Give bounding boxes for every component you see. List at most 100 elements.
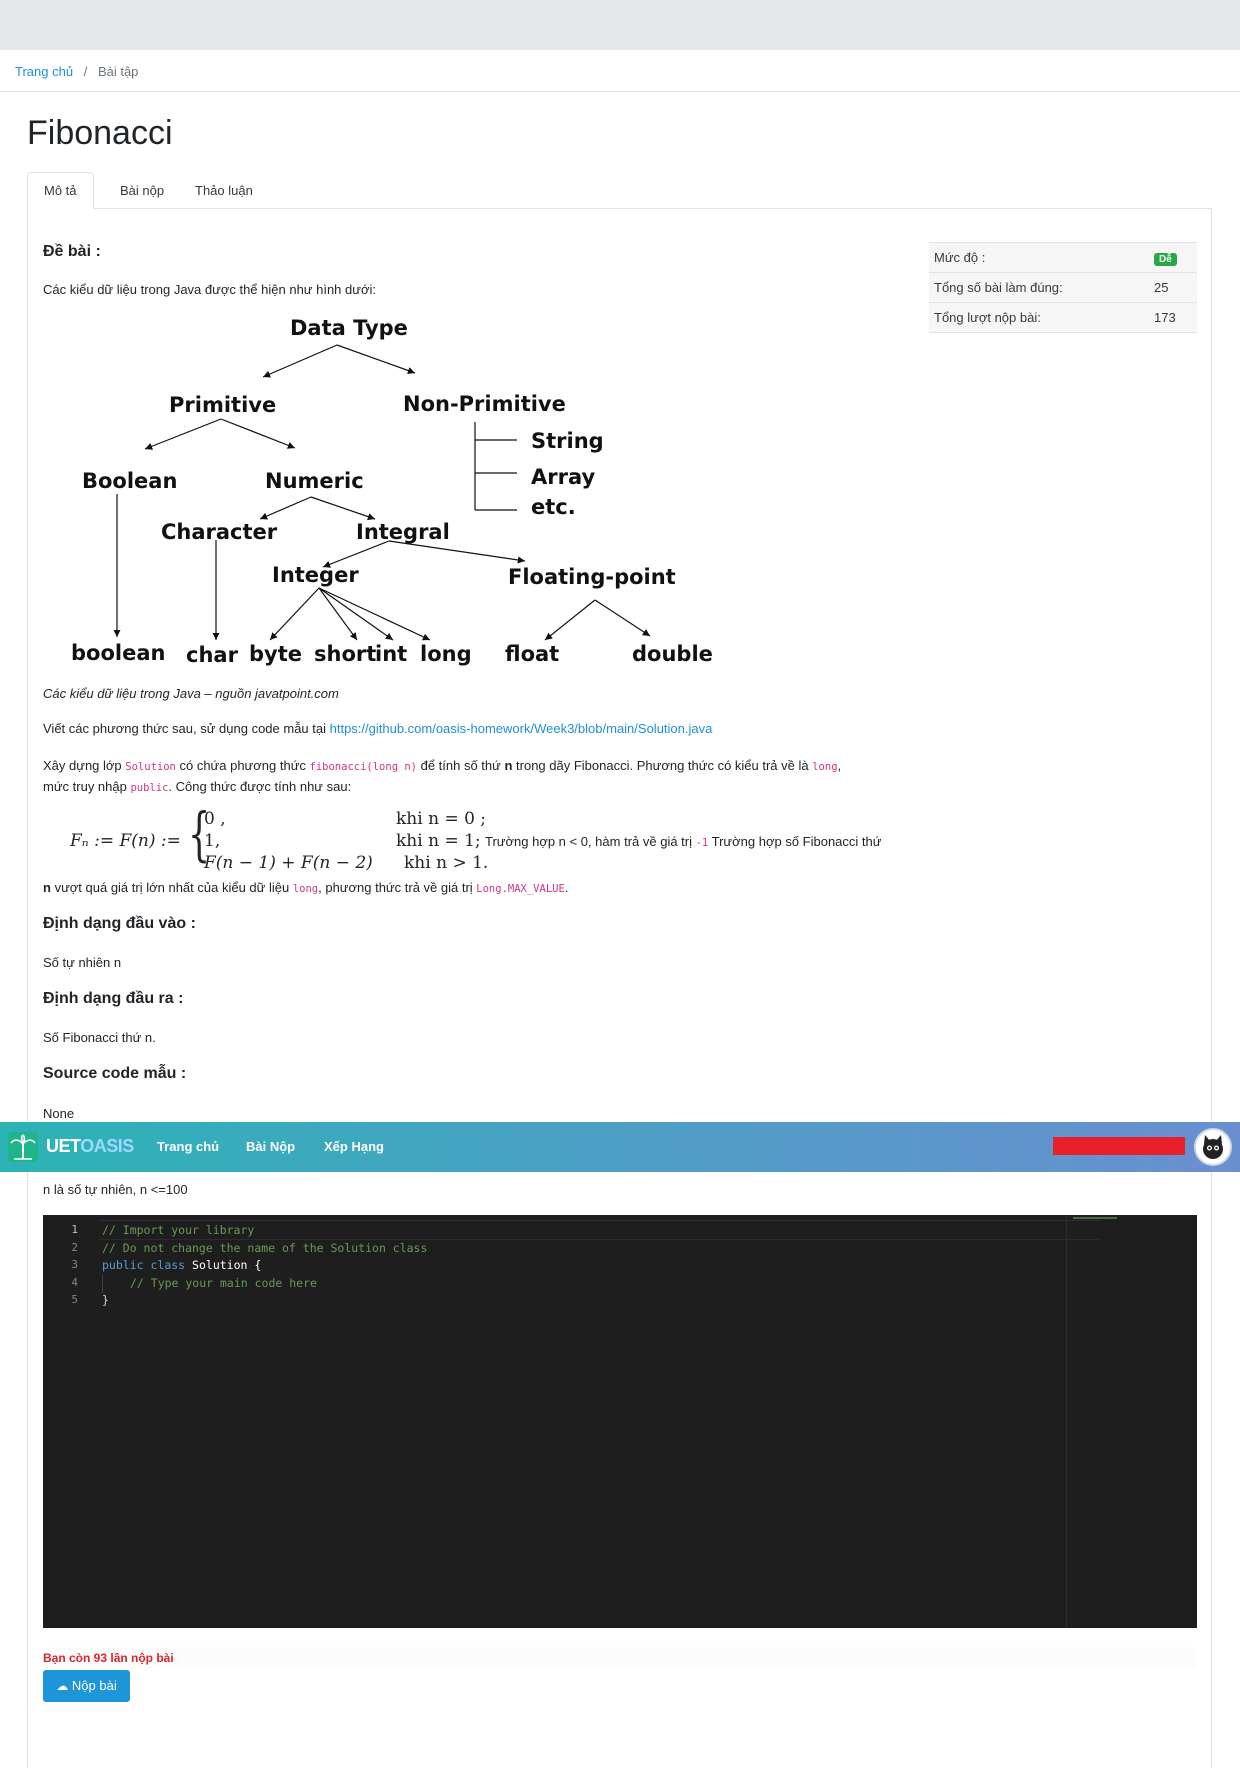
p1-a: Xây dựng lớp xyxy=(43,758,126,773)
p3-a: vượt quá giá trị lớn nhất của kiểu dữ li… xyxy=(50,880,293,895)
formula-case-3: F(n − 1) + F(n − 2) xyxy=(204,853,373,873)
submissions-value: 173 xyxy=(1154,310,1176,325)
brand-part-2: OASIS xyxy=(80,1136,134,1156)
leaf-long: long xyxy=(420,642,472,666)
node-string: String xyxy=(531,429,604,453)
code-editor[interactable]: 1 2 3 4 5 // Import your library // Do n… xyxy=(43,1215,1197,1628)
code-long-max: Long.MAX_VALUE xyxy=(476,883,565,895)
code-line-4: // Type your main code here xyxy=(130,1276,317,1290)
node-non-primitive: Non-Primitive xyxy=(403,392,566,416)
input-format-heading: Định dạng đầu vào : xyxy=(43,915,196,932)
breadcrumb-home-link[interactable]: Trang chủ xyxy=(15,64,73,79)
node-data-type: Data Type xyxy=(290,316,408,340)
p1-e: , xyxy=(837,758,842,773)
cloud-upload-icon: ☁ xyxy=(56,1679,69,1693)
code-long: long xyxy=(812,761,838,773)
difficulty-badge: Dễ xyxy=(1154,253,1177,266)
overflow-note: n vượt quá giá trị lớn nhất của kiểu dữ … xyxy=(43,878,568,899)
code-line-3: public class Solution { xyxy=(102,1258,261,1272)
tab-bar: Mô tả Bài nộp Thảo luận xyxy=(27,172,1213,209)
problem-info-table: Mức độ : Dễ Tổng số bài làm đúng: 25 Tổn… xyxy=(929,242,1197,333)
sample-code-prefix: Viết các phương thức sau, sử dụng code m… xyxy=(43,721,330,736)
source-code-text: None xyxy=(43,1106,75,1121)
remaining-submissions-text: Bạn còn 93 lần nộp bài xyxy=(43,1647,1197,1669)
site-navbar: UETOASIS Trang chủ Bài Nộp Xếp Hạng xyxy=(0,1122,1240,1172)
node-character: Character xyxy=(161,520,278,544)
output-format-heading: Định dạng đầu ra : xyxy=(43,990,184,1007)
node-floating-point: Floating-point xyxy=(508,565,676,589)
formula-cond-2: khi n = 1; xyxy=(396,831,481,851)
info-row-correct: Tổng số bài làm đúng: 25 xyxy=(929,272,1197,302)
brand-part-1: UET xyxy=(46,1136,81,1156)
submit-label: Nộp bài xyxy=(71,1678,117,1693)
sample-code-link[interactable]: https://github.com/oasis-homework/Week3/… xyxy=(330,721,713,736)
tab-discussion[interactable]: Thảo luận xyxy=(179,172,269,209)
editor-minimap[interactable] xyxy=(1066,1215,1185,1628)
code-minus-one: -1 xyxy=(695,837,709,849)
formula-case-2: 1, xyxy=(204,831,221,851)
node-integral: Integral xyxy=(356,520,450,544)
input-format-text: Số tự nhiên n xyxy=(43,955,122,970)
nav-link-submissions[interactable]: Bài Nộp xyxy=(246,1139,295,1154)
p1-c: để tính số thứ xyxy=(416,758,505,773)
code-solution: Solution xyxy=(125,761,176,773)
breadcrumb-current: Bài tập xyxy=(97,64,139,79)
top-strip xyxy=(0,0,1240,50)
data-type-diagram: Data Type Primitive Non-Primitive Boolea… xyxy=(55,300,755,680)
editor-gutter: 1 2 3 4 5 xyxy=(43,1215,91,1628)
brand-name[interactable]: UETOASIS xyxy=(46,1136,134,1157)
formula-cond-1: khi n = 0 ; xyxy=(396,809,487,829)
node-etc: etc. xyxy=(531,495,576,519)
code-fibonacci: fibonacci(long n) xyxy=(309,761,417,773)
keyword-class: class xyxy=(150,1258,186,1272)
correct-value: 25 xyxy=(1154,280,1169,295)
node-integer: Integer xyxy=(272,563,359,587)
problem-intro: Các kiểu dữ liệu trong Java được thể hiệ… xyxy=(43,282,376,297)
problem-heading: Đề bài : xyxy=(43,243,101,260)
note-b: Trường hợp số Fibonacci thứ xyxy=(708,834,882,849)
keyword-public: public xyxy=(102,1258,144,1272)
line-number: 4 xyxy=(71,1276,78,1289)
constraint-text: n là số tự nhiên, n <=100 xyxy=(43,1182,188,1197)
page-title: Fibonacci xyxy=(27,114,173,152)
code-line-5: } xyxy=(102,1293,109,1307)
nav-link-ranking[interactable]: Xếp Hạng xyxy=(324,1139,384,1154)
correct-label: Tổng số bài làm đúng: xyxy=(934,280,1063,295)
leaf-byte: byte xyxy=(249,642,302,666)
output-format-text: Số Fibonacci thứ n. xyxy=(43,1030,156,1045)
submit-button[interactable]: ☁ Nộp bài xyxy=(43,1670,130,1702)
level-label: Mức độ : xyxy=(934,250,986,265)
code-line-1: // Import your library xyxy=(102,1223,255,1237)
line-number: 5 xyxy=(71,1293,78,1306)
code-line-2: // Do not change the name of the Solutio… xyxy=(102,1241,428,1255)
line-number: 3 xyxy=(71,1258,78,1271)
p3-c: . xyxy=(564,880,569,895)
p3-bold-n: n xyxy=(43,880,51,895)
tab-submissions[interactable]: Bài nộp xyxy=(104,172,180,209)
leaf-double: double xyxy=(632,642,713,666)
leaf-float: float xyxy=(505,642,559,666)
minimap-line xyxy=(1073,1217,1117,1219)
code-public: public xyxy=(130,782,169,794)
sample-code-text: Viết các phương thức sau, sử dụng code m… xyxy=(43,719,712,739)
leaf-char: char xyxy=(186,643,239,667)
submissions-label: Tổng lượt nộp bài: xyxy=(934,310,1041,325)
line-number: 1 xyxy=(71,1223,78,1236)
negative-note: Trường hợp n < 0, hàm trả về giá trị -1 … xyxy=(485,832,881,853)
breadcrumb-separator: / xyxy=(83,64,88,79)
palm-tree-logo-icon[interactable] xyxy=(8,1132,38,1162)
avatar[interactable] xyxy=(1194,1128,1232,1166)
p1-d: trong dãy Fibonacci. Phương thức có kiểu… xyxy=(512,758,813,773)
node-array: Array xyxy=(531,465,595,489)
code-long-2: long xyxy=(292,883,319,895)
breadcrumb: Trang chủ / Bài tập xyxy=(0,50,1240,92)
formula-cond-3: khi n > 1. xyxy=(404,853,489,873)
nav-link-home[interactable]: Trang chủ xyxy=(157,1139,219,1154)
line-number: 2 xyxy=(71,1241,78,1254)
info-row-level: Mức độ : Dễ xyxy=(929,242,1197,272)
info-row-submissions: Tổng lượt nộp bài: 173 xyxy=(929,302,1197,333)
leaf-boolean: boolean xyxy=(71,641,165,665)
tab-description[interactable]: Mô tả xyxy=(27,172,94,209)
formula-case-1: 0 , xyxy=(204,809,226,829)
p2-b: . Công thức được tính như sau: xyxy=(168,779,352,794)
